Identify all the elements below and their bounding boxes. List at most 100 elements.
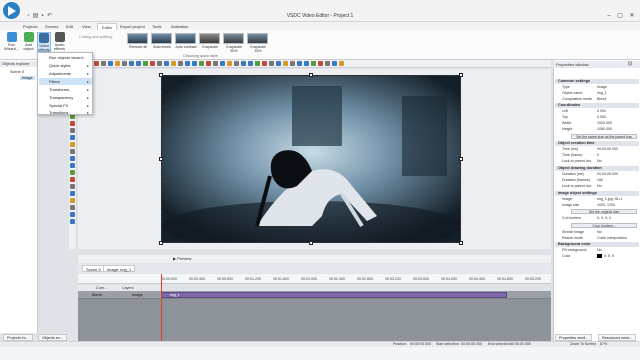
tab-edit[interactable]: Edit xyxy=(66,23,73,30)
toolbar-tool-icon[interactable] xyxy=(192,61,197,66)
prop-value-top[interactable]: 0.000 xyxy=(597,115,606,119)
toolbar-tool-icon[interactable] xyxy=(255,61,260,66)
toolbar-tool-icon[interactable] xyxy=(304,61,309,66)
menu-item-special-fx[interactable]: Special FX ▸ xyxy=(39,102,92,109)
crop-borders-button[interactable]: Crop borders... xyxy=(571,223,637,228)
prop-value-lock-creation[interactable]: No xyxy=(597,159,602,163)
prop-value-duration-ms[interactable]: 00:00:05.000 xyxy=(597,172,618,176)
toolbar-tool-icon[interactable] xyxy=(234,61,239,66)
drawing-tool-icon[interactable] xyxy=(70,142,75,147)
tab-scenes[interactable]: Scenes xyxy=(45,23,58,30)
drawing-tool-icon[interactable] xyxy=(70,177,75,182)
menu-item-transitions[interactable]: Transitions ▸ xyxy=(39,109,92,116)
cutting-splitting-label[interactable]: Cutting and splitting xyxy=(79,35,112,39)
toolbar-tool-icon[interactable] xyxy=(262,61,267,66)
prop-value-cut-borders[interactable]: 0; 0; 0; 0 xyxy=(597,216,611,220)
toolbar-tool-icon[interactable] xyxy=(199,61,204,66)
tab-tools[interactable]: Tools xyxy=(152,23,161,30)
toolbar-tool-icon[interactable] xyxy=(325,61,330,66)
prop-value-resize[interactable]: Cubic interpolation xyxy=(597,236,627,240)
toolbar-tool-icon[interactable] xyxy=(283,61,288,66)
toolbar-tool-icon[interactable] xyxy=(171,61,176,66)
effect-thumb-remove-all[interactable] xyxy=(127,33,148,44)
playhead-cursor[interactable] xyxy=(161,274,162,344)
prop-value-fill-bg[interactable]: No xyxy=(597,248,602,252)
toolbar-tool-icon[interactable] xyxy=(94,61,99,66)
resize-handle-tr[interactable] xyxy=(459,73,463,77)
tab-projects-explorer[interactable]: Projects ex... xyxy=(3,334,33,341)
menu-item-quick-styles[interactable]: Quick styles ▸ xyxy=(39,62,92,69)
resize-handle-br[interactable] xyxy=(459,241,463,245)
resize-handle-left[interactable] xyxy=(159,157,163,161)
track-layer-name[interactable]: Image xyxy=(132,293,143,297)
menu-item-filters[interactable]: Filters ▸ xyxy=(39,78,92,85)
tab-objects-explorer[interactable]: Objects ex... xyxy=(38,334,68,341)
add-object-button[interactable]: Add object xyxy=(21,32,36,52)
prop-value-color[interactable]: 0; 0; 0 xyxy=(604,254,614,258)
prop-value-height[interactable]: 1080.000 xyxy=(597,127,612,131)
drawing-tool-icon[interactable] xyxy=(70,170,75,175)
toolbar-tool-icon[interactable] xyxy=(150,61,155,66)
prop-value-left[interactable]: 0.000 xyxy=(597,109,606,113)
drawing-tool-icon[interactable] xyxy=(70,198,75,203)
prop-value-lock-duration[interactable]: No xyxy=(597,184,602,188)
prop-value-time-frame[interactable]: 0 xyxy=(597,153,599,157)
menu-item-adjustments[interactable]: Adjustments ▸ xyxy=(39,70,92,77)
scene-preview-image[interactable] xyxy=(161,75,461,243)
video-effects-button[interactable]: Video effects xyxy=(37,32,51,52)
toolbar-tool-icon[interactable] xyxy=(206,61,211,66)
toolbar-tool-icon[interactable] xyxy=(185,61,190,66)
menu-item-transforms[interactable]: Transforms ▸ xyxy=(39,86,92,93)
resize-handle-bottom[interactable] xyxy=(309,241,313,245)
tab-image-img1[interactable]: Image: img_1 xyxy=(103,265,136,272)
toolbar-tool-icon[interactable] xyxy=(164,61,169,66)
tab-resources-window[interactable]: Resources wind... xyxy=(598,334,637,341)
toolbar-tool-icon[interactable] xyxy=(136,61,141,66)
close-button[interactable]: ✕ xyxy=(627,12,637,20)
toolbar-tool-icon[interactable] xyxy=(248,61,253,66)
menu-item-run-objects-wizard[interactable]: Run objects wizard... xyxy=(39,54,92,61)
section-creation-time[interactable]: Object creation time xyxy=(555,141,639,146)
menu-item-transparency[interactable]: Transparency ▸ xyxy=(39,94,92,101)
drawing-tool-icon[interactable] xyxy=(70,156,75,161)
toolbar-tool-icon[interactable] xyxy=(311,61,316,66)
drawing-tool-icon[interactable] xyxy=(70,212,75,217)
toolbar-tool-icon[interactable] xyxy=(297,61,302,66)
original-size-button[interactable]: Set the original size xyxy=(571,209,637,214)
prop-value-composition[interactable]: Blend xyxy=(597,97,606,101)
same-size-button[interactable]: Set the same size as the parent has xyxy=(571,134,637,139)
tree-item-image[interactable]: Image xyxy=(20,76,35,80)
tab-editor[interactable]: Editor xyxy=(97,23,118,30)
toolbar-tool-icon[interactable] xyxy=(122,61,127,66)
audio-effects-button[interactable]: Audio effects xyxy=(52,32,67,52)
drawing-tool-icon[interactable] xyxy=(70,163,75,168)
color-swatch[interactable] xyxy=(597,254,602,258)
toolbar-tool-icon[interactable] xyxy=(108,61,113,66)
toolbar-tool-icon[interactable] xyxy=(276,61,281,66)
drawing-tool-icon[interactable] xyxy=(70,128,75,133)
prop-value-width[interactable]: 1920.000 xyxy=(597,121,612,125)
toolbar-tool-icon[interactable] xyxy=(339,61,344,66)
drawing-tool-icon[interactable] xyxy=(70,121,75,126)
prop-value-duration-frames[interactable]: 150 xyxy=(597,178,603,182)
toolbar-tool-icon[interactable] xyxy=(213,61,218,66)
effect-thumb-auto-levels[interactable] xyxy=(151,33,172,44)
open-icon[interactable]: ▤ xyxy=(32,13,39,20)
new-icon[interactable]: ▫ xyxy=(25,13,32,20)
drawing-tool-icon[interactable] xyxy=(70,219,75,224)
section-drawing-duration[interactable]: Object drawing duration xyxy=(555,166,639,171)
maximize-button[interactable]: ▢ xyxy=(615,12,625,20)
app-logo-icon[interactable] xyxy=(3,2,20,19)
preview-button[interactable]: ▶ Preview xyxy=(173,256,191,261)
toolbar-tool-icon[interactable] xyxy=(241,61,246,66)
effect-thumb-grayscale-33[interactable] xyxy=(247,33,268,44)
section-common-settings[interactable]: Common settings xyxy=(555,79,639,84)
drawing-tool-icon[interactable] xyxy=(70,191,75,196)
drawing-tool-icon[interactable] xyxy=(70,205,75,210)
toolbar-tool-icon[interactable] xyxy=(220,61,225,66)
resize-handle-right[interactable] xyxy=(459,157,463,161)
toolbar-tool-icon[interactable] xyxy=(269,61,274,66)
toolbar-tool-icon[interactable] xyxy=(178,61,183,66)
tab-activation[interactable]: Activation xyxy=(171,23,188,30)
tab-projects[interactable]: Projects xyxy=(23,23,37,30)
